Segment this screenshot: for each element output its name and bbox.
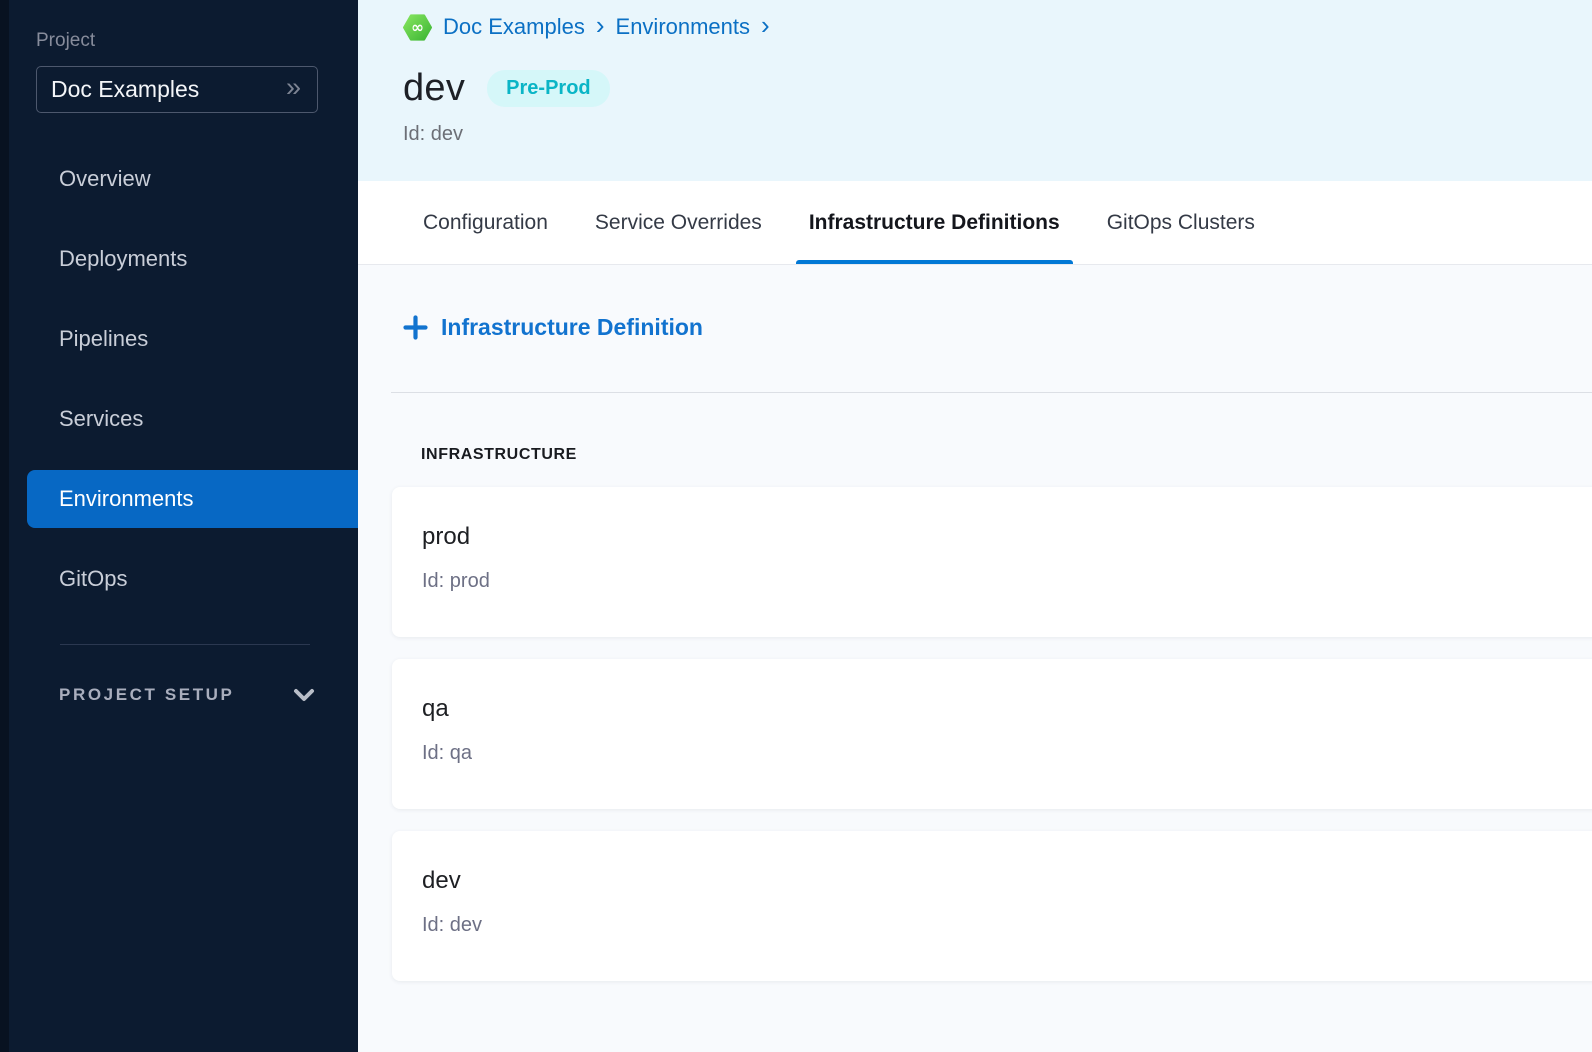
sidebar-item-services[interactable]: Services — [0, 390, 358, 448]
breadcrumb-link-project[interactable]: Doc Examples — [443, 14, 585, 40]
project-selector-value: Doc Examples — [51, 76, 199, 103]
sidebar-divider — [60, 644, 310, 645]
project-label: Project — [36, 30, 358, 52]
environment-tabs: Configuration Service Overrides Infrastr… — [358, 181, 1592, 265]
tab-gitops-clusters[interactable]: GitOps Clusters — [1107, 181, 1255, 264]
svg-text:∞: ∞ — [411, 18, 424, 36]
chevron-down-icon — [293, 688, 315, 702]
project-sidebar: Project Doc Examples » Overview Deployme… — [0, 0, 358, 1052]
tab-service-overrides[interactable]: Service Overrides — [595, 181, 762, 264]
sidebar-item-pipelines[interactable]: Pipelines — [0, 310, 358, 368]
infrastructure-id: Id: qa — [422, 742, 1592, 765]
breadcrumb: ∞ Doc Examples › Environments › — [403, 12, 1592, 42]
add-infrastructure-definition-label: Infrastructure Definition — [441, 314, 703, 341]
environment-id: Id: dev — [403, 123, 1592, 146]
page-title: dev — [403, 67, 465, 110]
sidebar-item-deployments[interactable]: Deployments — [0, 230, 358, 288]
project-setup-label: PROJECT SETUP — [59, 685, 235, 705]
sidebar-item-overview[interactable]: Overview — [0, 150, 358, 208]
add-infrastructure-definition-button[interactable]: Infrastructure Definition — [403, 314, 703, 341]
infrastructure-row-prod[interactable]: prod Id: prod — [392, 487, 1592, 637]
section-divider — [391, 392, 1592, 393]
infrastructure-name: qa — [422, 695, 1592, 723]
infrastructure-column-header: INFRASTRUCTURE — [421, 446, 1592, 464]
plus-icon — [403, 315, 428, 340]
title-row: dev Pre-Prod — [403, 67, 1592, 110]
infrastructure-list: prod Id: prod qa Id: qa dev Id: dev — [392, 487, 1592, 981]
project-setup-toggle[interactable]: PROJECT SETUP — [0, 685, 358, 705]
sidebar-item-gitops[interactable]: GitOps — [0, 550, 358, 608]
project-selector[interactable]: Doc Examples » — [36, 66, 318, 113]
sidebar-nav: Overview Deployments Pipelines Services … — [0, 150, 358, 630]
breadcrumb-link-environments[interactable]: Environments — [616, 14, 751, 40]
infrastructure-name: dev — [422, 867, 1592, 895]
infrastructure-name: prod — [422, 523, 1592, 551]
tab-infrastructure-definitions[interactable]: Infrastructure Definitions — [809, 181, 1060, 264]
infrastructure-row-qa[interactable]: qa Id: qa — [392, 659, 1592, 809]
infrastructure-row-dev[interactable]: dev Id: dev — [392, 831, 1592, 981]
environment-type-badge: Pre-Prod — [487, 70, 609, 107]
environment-header: ∞ Doc Examples › Environments › dev Pre-… — [358, 0, 1592, 181]
double-chevron-right-icon: » — [286, 74, 301, 101]
cd-module-icon: ∞ — [403, 13, 432, 42]
tab-configuration[interactable]: Configuration — [423, 181, 548, 264]
sidebar-item-environments[interactable]: Environments — [27, 470, 358, 528]
main-area: ∞ Doc Examples › Environments › dev Pre-… — [358, 0, 1592, 1052]
infrastructure-id: Id: dev — [422, 914, 1592, 937]
infrastructure-definitions-panel: Infrastructure Definition INFRASTRUCTURE… — [358, 265, 1592, 1052]
breadcrumb-separator: › — [596, 12, 605, 38]
breadcrumb-separator: › — [761, 12, 770, 38]
infrastructure-id: Id: prod — [422, 570, 1592, 593]
